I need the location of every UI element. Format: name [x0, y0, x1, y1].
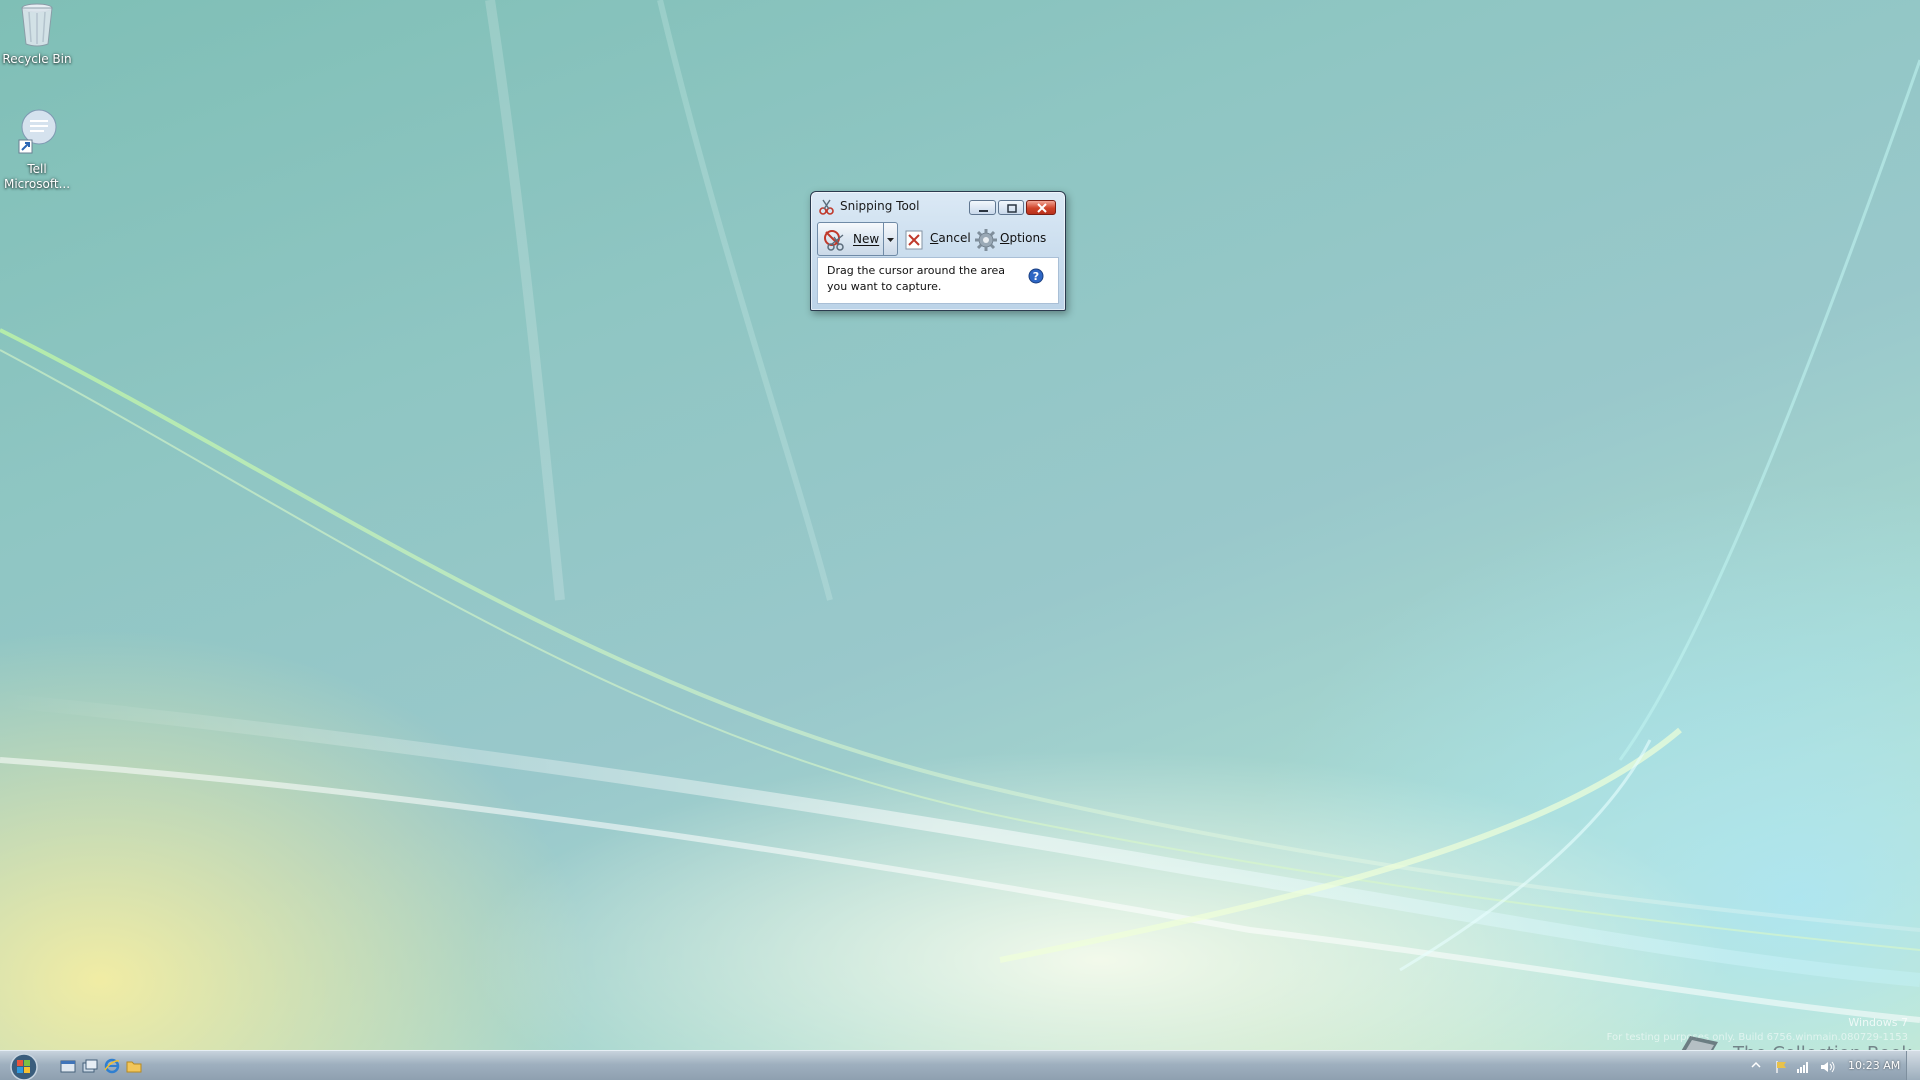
- snipping-tool-window[interactable]: Snipping Tool New Cancel Options Drag th…: [810, 191, 1066, 311]
- minimize-icon: [979, 210, 988, 212]
- show-desktop-button[interactable]: [1906, 1051, 1920, 1080]
- chevron-up-icon[interactable]: [1751, 1060, 1761, 1070]
- show-desktop-icon[interactable]: [60, 1058, 76, 1074]
- window-title: Snipping Tool: [840, 199, 920, 213]
- new-snip-label: New: [853, 232, 880, 246]
- scissors-icon: [819, 199, 834, 215]
- new-snip-dropdown[interactable]: [884, 222, 898, 256]
- svg-text:?: ?: [1033, 270, 1039, 283]
- desktop-icon-recycle-bin[interactable]: Recycle Bin: [0, 2, 74, 67]
- clock[interactable]: 10:23 AM: [1848, 1059, 1900, 1072]
- os-watermark: Windows 7: [1848, 1016, 1908, 1029]
- options-button[interactable]: Options: [973, 222, 1059, 256]
- toolbar: New Cancel Options: [817, 220, 1059, 256]
- chevron-down-icon: [887, 238, 894, 242]
- cancel-label: Cancel: [930, 231, 971, 245]
- cancel-button[interactable]: Cancel: [903, 222, 971, 256]
- wallpaper-swoosh: [0, 0, 1920, 1023]
- options-label: Options: [1000, 231, 1047, 245]
- help-icon[interactable]: ?: [1028, 268, 1044, 284]
- title-bar[interactable]: Snipping Tool: [811, 192, 1065, 220]
- maximize-icon: [1007, 204, 1017, 213]
- desktop-icon-tell-microsoft[interactable]: Tell Microsoft...: [0, 108, 74, 192]
- instruction-panel: Drag the cursor around the area you want…: [817, 257, 1059, 304]
- instruction-text: Drag the cursor around the area you want…: [827, 264, 1006, 293]
- feedback-icon: [18, 109, 57, 154]
- start-button[interactable]: [8, 1052, 40, 1080]
- close-icon: [1037, 203, 1047, 213]
- volume-icon[interactable]: [1820, 1060, 1836, 1074]
- new-snip-icon: [824, 230, 844, 251]
- desktop-icon-label: Recycle Bin: [2, 52, 72, 66]
- recycle-bin-icon: [21, 3, 53, 47]
- network-icon[interactable]: [1796, 1060, 1810, 1074]
- build-watermark: For testing purposes only. Build 6756.wi…: [1606, 1032, 1908, 1043]
- switch-windows-icon[interactable]: [82, 1058, 98, 1074]
- internet-explorer-icon[interactable]: [104, 1058, 120, 1074]
- system-tray: 10:23 AM: [1740, 1051, 1920, 1080]
- cancel-icon: [905, 230, 923, 250]
- desktop: Recycle Bin Tell Microsoft... Snipping T…: [0, 0, 1920, 1080]
- desktop-icon-label: Tell Microsoft...: [3, 162, 71, 191]
- new-snip-button[interactable]: New: [817, 222, 884, 256]
- action-center-flag-icon[interactable]: [1774, 1060, 1788, 1074]
- taskbar: 10:23 AM: [0, 1050, 1920, 1080]
- close-button[interactable]: [1026, 200, 1056, 215]
- minimize-button[interactable]: [969, 200, 996, 215]
- gear-icon: [975, 229, 997, 251]
- folder-icon[interactable]: [126, 1058, 142, 1074]
- maximize-button[interactable]: [998, 200, 1024, 215]
